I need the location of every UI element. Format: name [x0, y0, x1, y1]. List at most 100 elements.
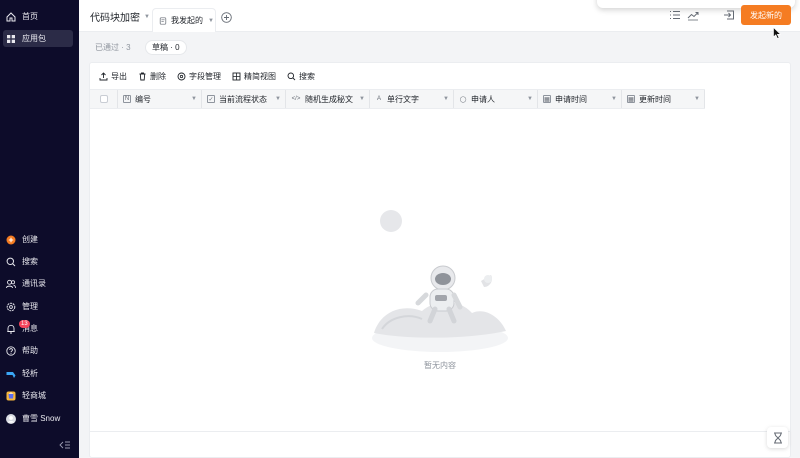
chevron-down-icon[interactable]: ▼: [611, 96, 617, 102]
hourglass-icon[interactable]: [767, 427, 788, 448]
number-field-icon: N: [123, 95, 131, 103]
astronaut-illustration: [372, 210, 508, 352]
column-header-random-cipher[interactable]: </> 随机生成秘文 ▼: [286, 90, 370, 108]
date-field-icon: ▦: [543, 95, 551, 103]
column-header-single-text[interactable]: A 单行文字 ▼: [370, 90, 454, 108]
sidebar-item-analytics[interactable]: 轻析: [3, 365, 73, 382]
home-icon: [6, 11, 16, 22]
sidebar-item-search[interactable]: 搜索: [3, 253, 73, 270]
analytics-icon: [6, 369, 16, 379]
bell-icon: 13: [6, 319, 30, 334]
add-tab-icon[interactable]: [221, 12, 232, 23]
sidebar-item-user[interactable]: 曹雪 Snow: [3, 410, 73, 427]
trash-icon: [139, 72, 146, 80]
gear-icon: [6, 302, 16, 312]
search-icon: [287, 72, 296, 80]
chevron-down-icon[interactable]: ▼: [191, 96, 197, 102]
chevron-down-icon[interactable]: ▼: [359, 96, 365, 102]
person-field-icon: ◯: [459, 96, 467, 103]
chevron-down-icon[interactable]: ▼: [443, 96, 449, 102]
sidebar-item-help[interactable]: 帮助: [3, 342, 73, 359]
date-field-icon: ▦: [627, 95, 635, 103]
store-icon: [6, 391, 16, 401]
code-field-icon: </>: [291, 96, 301, 102]
chevron-down-icon[interactable]: ▼: [275, 96, 281, 102]
app-title[interactable]: 代码块加密 ▼: [90, 9, 150, 24]
chevron-down-icon: ▼: [208, 17, 214, 24]
sidebar-item-label: 轻商城: [22, 391, 46, 400]
empty-state: 暂无内容: [360, 203, 520, 373]
compact-view-label: 精简视图: [244, 71, 276, 81]
sidebar-item-messages[interactable]: 13 消息: [3, 319, 73, 337]
sidebar-item-label: 创建: [22, 235, 38, 244]
tab-my-initiated[interactable]: 我发起的 ▼: [152, 8, 216, 32]
sidebar-item-app-package[interactable]: 应用包: [3, 30, 73, 47]
export-button[interactable]: 导出: [99, 71, 127, 82]
plus-circle-icon: [6, 235, 16, 245]
list-view-icon[interactable]: [669, 9, 681, 21]
start-new-button[interactable]: 发起新的: [741, 5, 791, 25]
settings-icon: [177, 72, 186, 80]
table-toolbar: 导出 删除 字段管理 精简视图 搜索: [90, 63, 790, 89]
sidebar-item-label: 管理: [22, 302, 38, 311]
avatar-icon: [6, 413, 16, 424]
records-card: 导出 删除 字段管理 精简视图 搜索 N 编号 ▼ ✓ 当前流程状态 ▼ </>…: [89, 62, 791, 458]
app-title-text: 代码块加密: [90, 13, 140, 24]
table-header: N 编号 ▼ ✓ 当前流程状态 ▼ </> 随机生成秘文 ▼ A 单行文字 ▼ …: [90, 89, 705, 109]
filter-row: 已通过 · 3 草稿 · 0: [79, 32, 800, 62]
table-view-icon: [232, 72, 241, 80]
grid-icon: [6, 34, 16, 44]
column-label: 更新时间: [639, 94, 671, 104]
help-icon: [6, 345, 16, 356]
column-header-status[interactable]: ✓ 当前流程状态 ▼: [202, 90, 286, 108]
chevron-down-icon[interactable]: ▼: [527, 96, 533, 102]
column-label: 当前流程状态: [219, 94, 267, 104]
divider: [90, 431, 790, 432]
filter-passed[interactable]: 已通过 · 3: [89, 40, 137, 55]
chevron-down-icon[interactable]: ▼: [694, 96, 700, 102]
column-header-apply-time[interactable]: ▦ 申请时间 ▼: [538, 90, 622, 108]
import-icon[interactable]: [723, 9, 735, 21]
sidebar-item-contacts[interactable]: 通讯录: [3, 275, 73, 292]
search-button[interactable]: 搜索: [287, 71, 315, 82]
delete-label: 删除: [150, 71, 166, 81]
checkbox[interactable]: [99, 95, 108, 103]
sidebar-item-home[interactable]: 首页: [3, 8, 73, 25]
sidebar-item-store[interactable]: 轻商城: [3, 387, 73, 404]
delete-button[interactable]: 删除: [138, 71, 166, 82]
sidebar: 首页 应用包 创建 搜索 通讯录 管理 13 消息 帮助 轻析 轻商城 曹雪 S…: [0, 0, 79, 458]
column-label: 随机生成秘文: [305, 94, 353, 104]
search-label: 搜索: [299, 71, 315, 81]
message-count-badge: 13: [19, 319, 30, 328]
sidebar-item-label: 曹雪 Snow: [22, 414, 61, 423]
sidebar-item-label: 帮助: [22, 346, 38, 355]
select-all-checkbox[interactable]: [90, 90, 118, 108]
field-management-button[interactable]: 字段管理: [177, 71, 221, 82]
form-icon: [159, 16, 167, 25]
filter-draft[interactable]: 草稿 · 0: [145, 40, 187, 55]
empty-state-text: 暂无内容: [424, 361, 456, 370]
text-field-icon: A: [376, 96, 381, 102]
column-header-number[interactable]: N 编号 ▼: [118, 90, 202, 108]
column-label: 单行文字: [387, 94, 419, 104]
contacts-icon: [6, 279, 16, 289]
column-label: 申请时间: [555, 94, 587, 104]
sidebar-item-label: 轻析: [22, 369, 38, 378]
field-management-label: 字段管理: [189, 71, 221, 81]
sidebar-item-create[interactable]: 创建: [3, 231, 73, 248]
mouse-cursor-icon: [773, 26, 782, 39]
tab-label: 我发起的: [171, 16, 203, 25]
export-label: 导出: [111, 71, 127, 81]
column-header-update-time[interactable]: ▦ 更新时间 ▼: [622, 90, 705, 108]
column-header-applicant[interactable]: ◯ 申请人 ▼: [454, 90, 538, 108]
chevron-down-icon: ▼: [144, 13, 150, 20]
sidebar-item-label: 应用包: [22, 34, 46, 43]
column-label: 申请人: [471, 94, 495, 104]
trend-icon[interactable]: [687, 9, 699, 21]
collapse-sidebar-icon[interactable]: [59, 440, 71, 450]
compact-view-button[interactable]: 精简视图: [232, 71, 276, 82]
sidebar-item-label: 首页: [22, 12, 38, 21]
sidebar-item-manage[interactable]: 管理: [3, 298, 73, 315]
top-header: 代码块加密 ▼ 我发起的 ▼ 发起新的: [79, 0, 800, 32]
export-icon: [99, 71, 108, 80]
